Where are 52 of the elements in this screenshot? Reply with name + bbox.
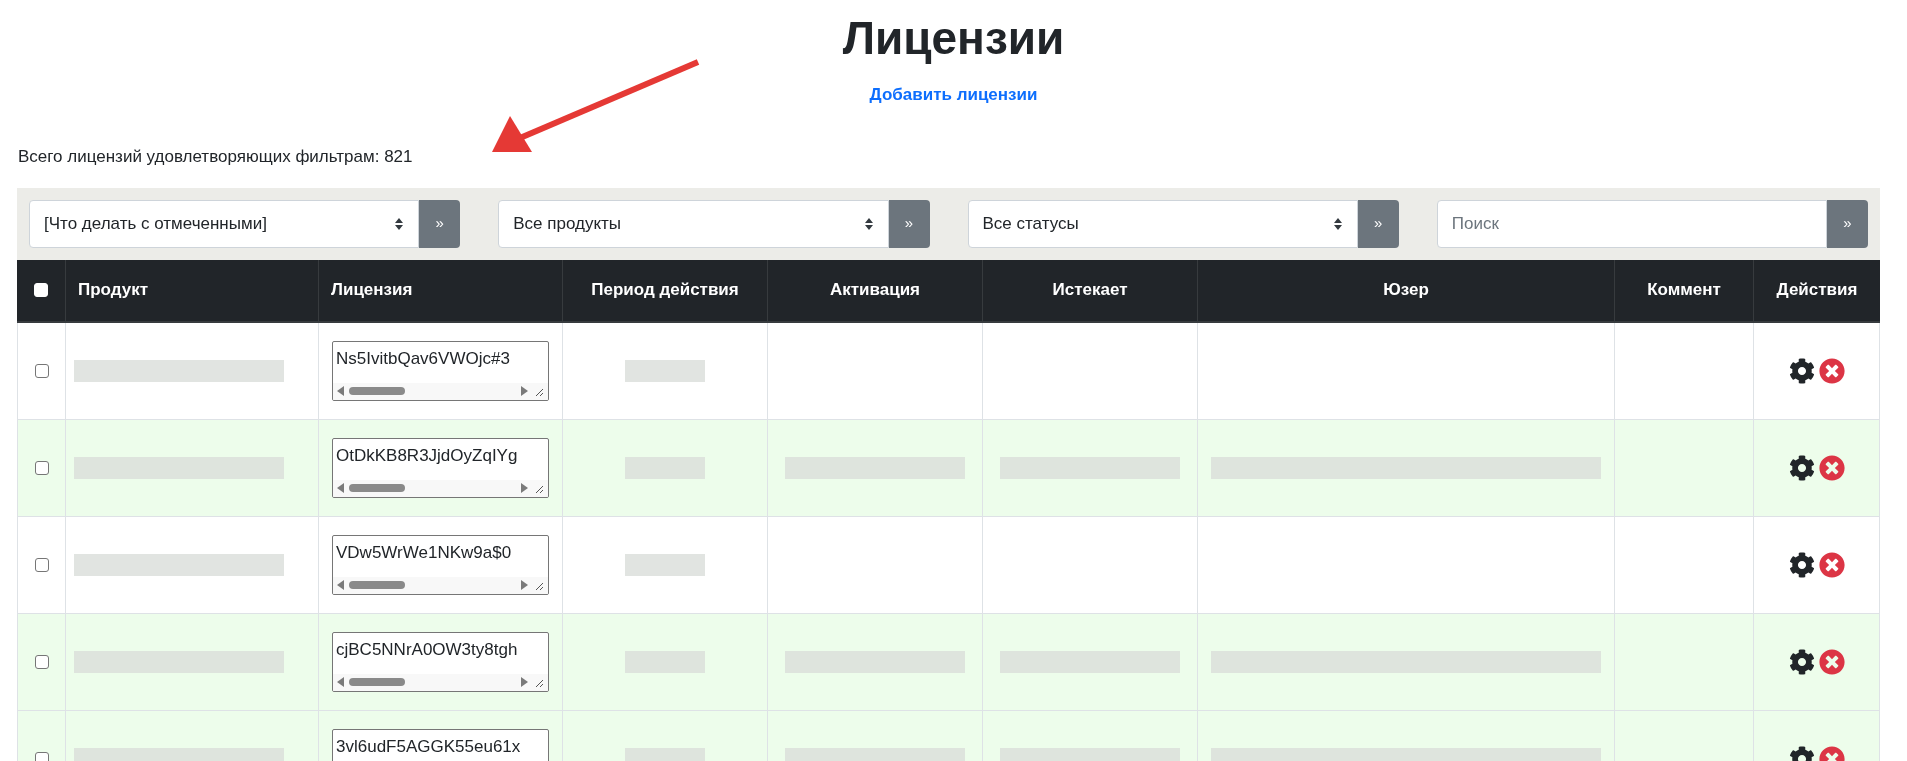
license-field[interactable]: Ns5IvitbQav6VWOjc#3 — [332, 340, 549, 401]
checkbox[interactable] — [34, 460, 49, 475]
page-title: Лицензии — [842, 11, 1065, 66]
scroll-left-arrow-icon[interactable] — [337, 677, 345, 687]
delete-icon[interactable] — [1818, 648, 1845, 675]
scroll-right-arrow-icon[interactable] — [520, 386, 528, 396]
up-down-caret-icon — [863, 216, 874, 231]
license-field[interactable]: OtDkKB8R3JjdOyZqIYg — [332, 437, 549, 498]
column-header: Юзер — [1383, 279, 1429, 302]
dropdown-select[interactable]: Все продукты — [498, 199, 889, 248]
delete-icon[interactable] — [1818, 551, 1845, 578]
scroll-right-arrow-icon[interactable] — [520, 677, 528, 687]
scroll-left-arrow-icon[interactable] — [337, 580, 345, 590]
column-header: Активация — [829, 279, 921, 302]
checkbox[interactable] — [34, 557, 49, 572]
dropdown-select[interactable]: [Что делать с отмеченными] — [29, 199, 420, 248]
scroll-left-arrow-icon[interactable] — [337, 386, 345, 396]
horizontal-scrollbar[interactable] — [333, 576, 548, 594]
apply-button[interactable]: » — [1827, 199, 1868, 248]
column-header: Лицензия — [331, 279, 413, 302]
column-header: Коммент — [1647, 279, 1721, 302]
apply-button[interactable]: » — [888, 199, 930, 248]
search-field[interactable]: Поиск — [1436, 199, 1827, 248]
horizontal-scrollbar[interactable] — [333, 382, 548, 400]
scroll-right-arrow-icon[interactable] — [520, 580, 528, 590]
column-header: Истекает — [1052, 279, 1128, 302]
scroll-left-arrow-icon[interactable] — [337, 483, 345, 493]
apply-button[interactable]: » — [1357, 199, 1399, 248]
settings-icon[interactable] — [1788, 454, 1815, 481]
settings-icon[interactable] — [1788, 551, 1815, 578]
column-header: Период действия — [591, 279, 739, 302]
checkbox[interactable] — [34, 751, 49, 761]
settings-icon[interactable] — [1788, 648, 1815, 675]
license-field[interactable]: VDw5WrWe1NKw9a$0 — [332, 534, 549, 595]
dropdown-select[interactable]: Все статусы — [967, 199, 1358, 248]
delete-icon[interactable] — [1818, 454, 1845, 481]
up-down-caret-icon — [394, 216, 405, 231]
add-licenses-link[interactable]: Добавить лицензии — [869, 82, 1038, 108]
column-header: Действия — [1776, 279, 1858, 302]
delete-icon[interactable] — [1818, 357, 1845, 384]
checkbox[interactable] — [34, 654, 49, 669]
apply-button[interactable]: » — [419, 199, 461, 248]
column-header: Продукт — [78, 279, 149, 302]
horizontal-scrollbar[interactable] — [333, 479, 548, 497]
settings-icon[interactable] — [1788, 357, 1815, 384]
license-field[interactable]: cjBC5NNrA0OW3ty8tgh — [332, 631, 549, 692]
license-field[interactable]: 3vl6udF5AGGK55eu61x — [332, 728, 549, 761]
total-count-text: Всего лицензий удовлетворяющих фильтрам: 821 — [18, 145, 414, 168]
up-down-caret-icon — [1332, 216, 1343, 231]
checkbox[interactable] — [34, 363, 49, 378]
horizontal-scrollbar[interactable] — [333, 673, 548, 691]
scroll-right-arrow-icon[interactable] — [520, 483, 528, 493]
